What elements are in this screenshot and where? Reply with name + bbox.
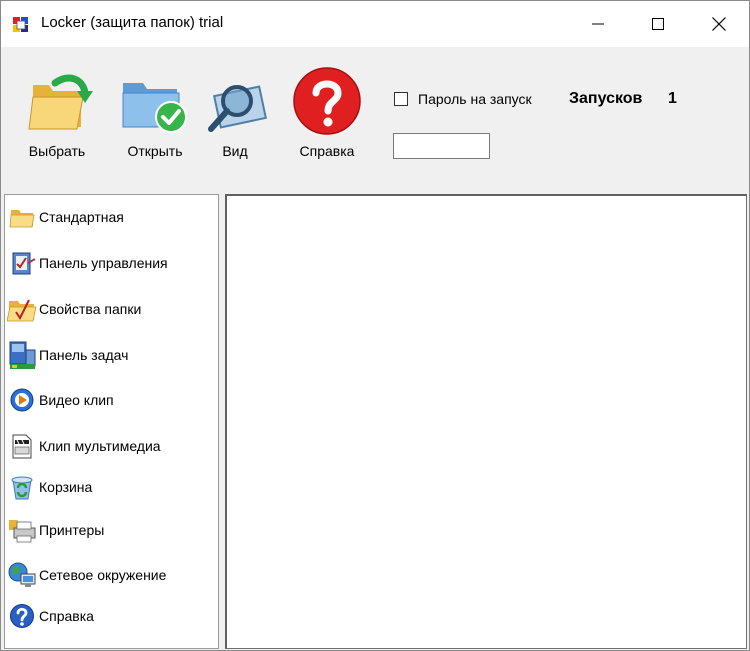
network-icon (5, 559, 39, 591)
runs-count: 1 (668, 90, 677, 107)
list-item-label: Клип мультимедиа (39, 438, 161, 454)
password-on-start-checkbox[interactable] (394, 92, 408, 106)
choose-button-label: Выбрать (28, 143, 86, 159)
toolbar: Выбрать Открыть Вид Справка Пароль на за… (1, 47, 749, 193)
list-item-label: Сетевое окружение (39, 567, 167, 583)
runs-label: Запусков (569, 90, 643, 107)
multimedia-clip-icon (5, 430, 39, 462)
close-icon (712, 17, 726, 31)
open-button[interactable]: Открыть (117, 67, 193, 167)
control-panel-icon (5, 247, 39, 279)
open-button-label: Открыть (127, 143, 183, 159)
list-item-label: Справка (39, 608, 94, 624)
list-item-taskbar[interactable]: Панель задач (5, 339, 218, 371)
style-list[interactable]: Стандартная Панель управления Свойства п… (4, 194, 219, 649)
view-button-label: Вид (222, 143, 248, 159)
list-item-multimedia-clip[interactable]: Клип мультимедиа (5, 430, 218, 462)
help-button[interactable]: Справка (289, 67, 365, 167)
recycle-bin-icon (5, 471, 39, 503)
list-item-video-clip[interactable]: Видео клип (5, 384, 218, 416)
password-on-start-label: Пароль на запуск (418, 91, 532, 107)
close-button[interactable] (689, 1, 749, 47)
title-bar[interactable]: Locker (защита папок) trial (1, 1, 749, 47)
app-window: Locker (защита папок) trial Выбрать Откр… (0, 0, 750, 651)
minimize-button[interactable] (568, 1, 628, 47)
list-item-label: Видео клип (39, 392, 114, 408)
list-item-label: Панель управления (39, 255, 168, 271)
video-clip-icon (5, 384, 39, 416)
list-item-help[interactable]: Справка (5, 600, 218, 632)
folder-arrow-icon (19, 67, 95, 135)
folder-check-icon (117, 67, 193, 135)
app-logo-icon (13, 17, 28, 32)
window-title: Locker (защита папок) trial (41, 14, 224, 31)
view-button[interactable]: Вид (197, 67, 273, 167)
list-item-label: Стандартная (39, 209, 124, 225)
list-item-label: Корзина (39, 479, 93, 495)
list-item-printers[interactable]: Принтеры (5, 514, 218, 546)
list-item-label: Принтеры (39, 522, 105, 538)
list-item-control-panel[interactable]: Панель управления (5, 247, 218, 279)
help-question-icon (289, 67, 365, 135)
content-panel[interactable] (225, 194, 747, 649)
magnifier-icon (197, 67, 273, 135)
list-item-label: Свойства папки (39, 301, 142, 317)
password-input[interactable] (393, 133, 490, 159)
list-item-standard[interactable]: Стандартная (5, 201, 218, 233)
help-button-label: Справка (299, 143, 355, 159)
taskbar-icon (5, 339, 39, 371)
folder-properties-icon (5, 293, 39, 325)
maximize-button[interactable] (628, 1, 688, 47)
maximize-icon (652, 18, 664, 30)
list-item-network[interactable]: Сетевое окружение (5, 559, 218, 591)
list-item-recycle-bin[interactable]: Корзина (5, 471, 218, 503)
printer-icon (5, 514, 39, 546)
folder-icon (5, 201, 39, 233)
help-icon (5, 600, 39, 632)
minimize-icon (592, 23, 604, 25)
list-item-folder-properties[interactable]: Свойства папки (5, 293, 218, 325)
choose-button[interactable]: Выбрать (19, 67, 95, 167)
list-item-label: Панель задач (39, 347, 129, 363)
